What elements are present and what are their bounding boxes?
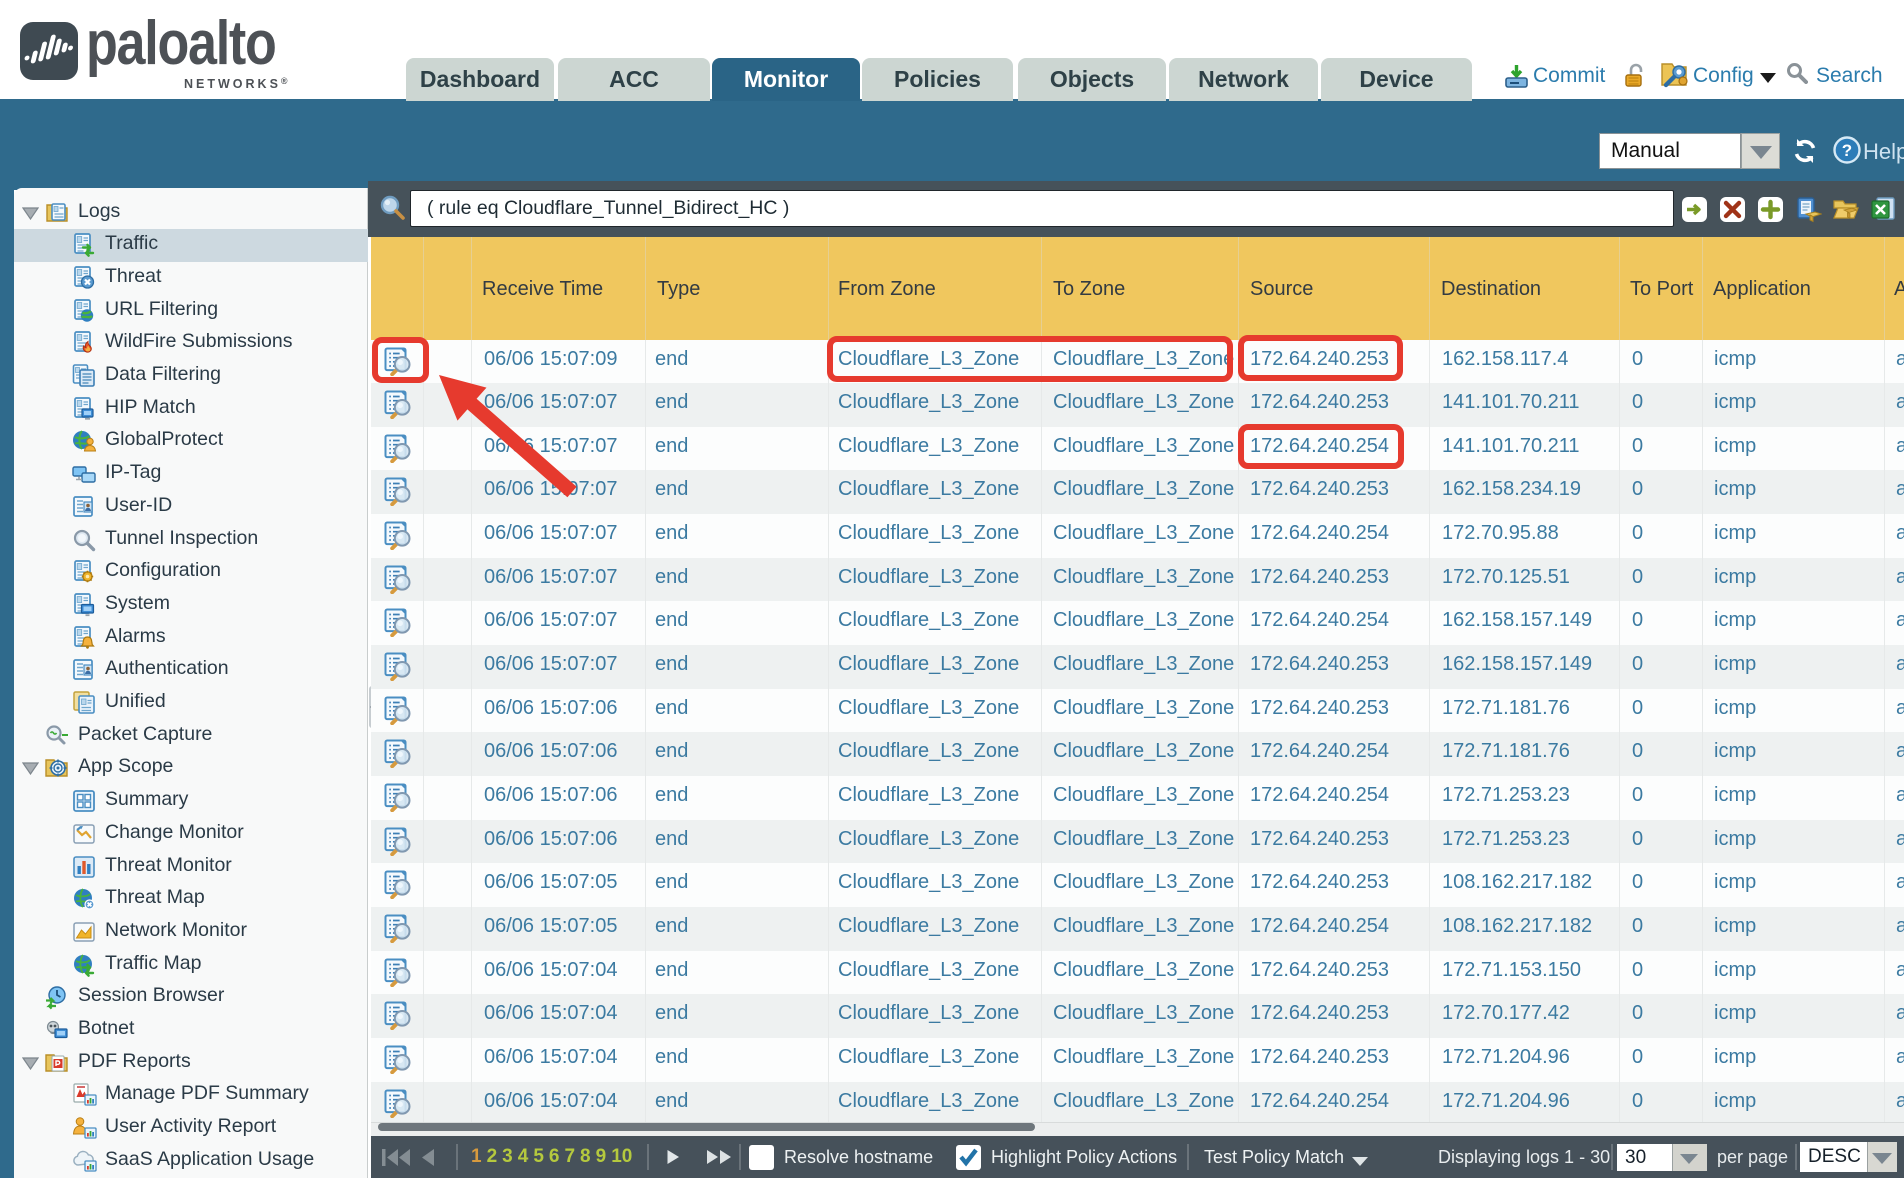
svg-text:?: ? <box>1842 141 1852 160</box>
